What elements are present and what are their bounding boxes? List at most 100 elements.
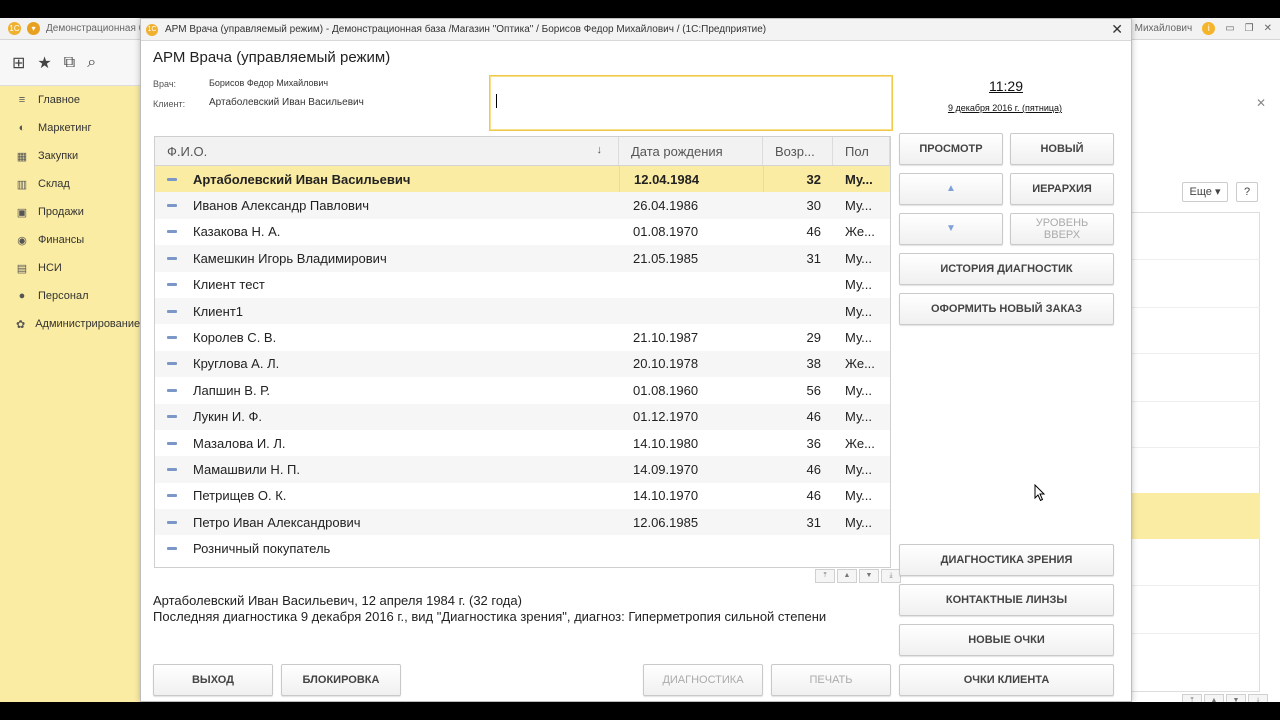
info-icon[interactable]: i <box>1202 22 1216 35</box>
last-page-icon[interactable]: ⤓ <box>1248 694 1268 702</box>
table-row[interactable]: Королев С. В. 21.10.1987 29 Му... <box>155 324 890 350</box>
table-row[interactable]: Петрищев О. К. 14.10.1970 46 Му... <box>155 483 890 509</box>
help-button[interactable]: ? <box>1236 182 1258 202</box>
table-row[interactable]: Камешкин Игорь Владимирович 21.05.1985 31 М… <box>155 245 890 272</box>
cell-birthdate: 26.04.1986 <box>633 198 699 214</box>
sidebar-item-finance[interactable]: ◉ Финансы <box>0 226 140 254</box>
cell-sex: Му... <box>845 330 873 346</box>
table-row[interactable]: Петро Иван Александрович 12.06.1985 31 Му..… <box>155 509 890 536</box>
contact-lenses-button[interactable]: КОНТАКТНЫЕ ЛИНЗЫ <box>899 584 1114 616</box>
history-icon[interactable]: ⧉ <box>64 54 75 72</box>
cell-birthdate: 12.06.1985 <box>633 514 699 530</box>
background-selected-row <box>1132 493 1260 539</box>
prev-page-icon[interactable]: ▲ <box>1204 694 1224 702</box>
column-header-age[interactable]: Возр... <box>763 137 833 165</box>
cell-age: 38 <box>806 356 821 372</box>
background-pager: ⤒ ▲ ▼ ⤓ <box>1182 694 1268 702</box>
next-row-icon[interactable]: ▼ <box>859 569 879 583</box>
warehouse-icon: ▥ <box>16 178 28 191</box>
view-button[interactable]: ПРОСМОТР <box>899 133 1003 165</box>
table-row[interactable]: Мазалова И. Л. 14.10.1980 36 Же... <box>155 430 890 456</box>
exit-button[interactable]: ВЫХОД <box>153 664 273 696</box>
close-icon[interactable]: ✕ <box>1264 23 1272 34</box>
item-marker-icon <box>167 441 177 445</box>
restore-icon[interactable]: ❐ <box>1245 23 1254 34</box>
move-down-button[interactable]: ▼ <box>899 213 1003 245</box>
cell-sex: Му... <box>845 382 873 398</box>
sidebar-item-nsi[interactable]: ▤ НСИ <box>0 254 140 282</box>
first-page-icon[interactable]: ⤒ <box>1182 694 1202 702</box>
table-row[interactable]: Казакова Н. А. 01.08.1970 46 Же... <box>155 219 890 245</box>
sidebar-item-sales[interactable]: ▣ Продажи <box>0 198 140 226</box>
cell-birthdate: 21.10.1987 <box>633 330 699 346</box>
new-order-button[interactable]: ОФОРМИТЬ НОВЫЙ ЗАКАЗ <box>899 293 1114 325</box>
note-input[interactable] <box>489 75 893 131</box>
clients-table: Ф.И.О. ↓ Дата рождения Возр... Пол Артабо… <box>154 136 891 568</box>
level-up-button[interactable]: УРОВЕНЬ ВВЕРХ <box>1010 213 1114 245</box>
prev-row-icon[interactable]: ▲ <box>837 569 857 583</box>
cell-sex: Же... <box>845 356 875 372</box>
client-label: Клиент: <box>153 99 186 109</box>
apps-grid-icon[interactable]: ⊞ <box>12 53 25 73</box>
next-page-icon[interactable]: ▼ <box>1226 694 1246 702</box>
table-row[interactable]: Мамашвили Н. П. 14.09.1970 46 Му... <box>155 456 890 483</box>
cell-age: 29 <box>806 330 821 346</box>
table-row[interactable]: Иванов Александр Павлович 26.04.1986 30 Му.… <box>155 192 890 219</box>
table-row[interactable]: Лапшин В. Р. 01.08.1960 56 Му... <box>155 377 890 403</box>
block-button[interactable]: БЛОКИРОВКА <box>281 664 401 696</box>
search-icon[interactable]: ⌕ <box>87 54 96 72</box>
table-row[interactable]: Круглова А. Л. 20.10.1978 38 Же... <box>155 350 890 378</box>
more-button[interactable]: Еще ▾ <box>1182 182 1228 202</box>
summary-line-2: Последняя диагностика 9 декабря 2016 г.,… <box>153 609 827 624</box>
print-button[interactable]: ПЕЧАТЬ <box>771 664 891 696</box>
table-row[interactable]: Розничный покупатель <box>155 535 890 561</box>
table-row[interactable]: Клиент1 Му... <box>155 297 890 325</box>
item-marker-icon <box>167 520 177 524</box>
diagnostics-button[interactable]: ДИАГНОСТИКА <box>643 664 763 696</box>
cell-sex: Му... <box>845 514 873 530</box>
diagnostics-history-button[interactable]: ИСТОРИЯ ДИАГНОСТИК <box>899 253 1114 285</box>
table-row[interactable]: Артаболевский Иван Васильевич 12.04.1984 3… <box>155 166 890 193</box>
cell-name: Розничный покупатель <box>155 535 619 561</box>
cell-age: 31 <box>806 514 821 530</box>
sidebar-item-purchases[interactable]: ▦ Закупки <box>0 142 140 170</box>
purchases-icon: ▦ <box>16 150 28 163</box>
item-marker-icon <box>167 336 177 340</box>
first-row-icon[interactable]: ⤒ <box>815 569 835 583</box>
minimize-icon[interactable]: ▭ <box>1225 23 1234 34</box>
column-header-name[interactable]: Ф.И.О. ↓ <box>155 137 619 165</box>
item-marker-icon <box>167 494 177 498</box>
table-row[interactable]: Лукин И. Ф. 01.12.1970 46 Му... <box>155 403 890 430</box>
new-button[interactable]: НОВЫЙ <box>1010 133 1114 165</box>
move-up-button[interactable]: ▲ <box>899 173 1003 205</box>
client-glasses-button[interactable]: ОЧКИ КЛИЕНТА <box>899 664 1114 696</box>
favorites-star-icon[interactable]: ★ <box>37 53 51 73</box>
table-row[interactable]: Клиент тест Му... <box>155 272 890 298</box>
cell-name: Петро Иван Александрович <box>155 509 619 535</box>
window-close-icon[interactable]: ✕ <box>1111 21 1123 38</box>
background-close-icon[interactable]: ✕ <box>1256 96 1266 110</box>
arrow-down-icon: ▼ <box>946 223 956 234</box>
sidebar-item-admin[interactable]: ✿ Администрирование <box>0 310 140 338</box>
sidebar-item-main[interactable]: ≡ Главное <box>0 86 140 114</box>
column-header-sex[interactable]: Пол <box>833 137 890 165</box>
sidebar-item-personnel[interactable]: ● Персонал <box>0 282 140 310</box>
cell-age <box>763 298 833 324</box>
cell-sex: Му... <box>845 303 873 319</box>
new-glasses-button[interactable]: НОВЫЕ ОЧКИ <box>899 624 1114 656</box>
cell-age: 46 <box>806 409 821 425</box>
cell-name: Артаболевский Иван Васильевич <box>155 166 619 192</box>
table-pager: ⤒ ▲ ▼ ⤓ <box>815 569 901 583</box>
arrow-up-icon: ▲ <box>946 183 956 194</box>
sidebar-item-warehouse[interactable]: ▥ Склад <box>0 170 140 198</box>
cell-birthdate: 12.04.1984 <box>619 166 763 193</box>
menu-circle-icon[interactable]: ▾ <box>27 22 40 35</box>
column-header-birthdate[interactable]: Дата рождения <box>619 137 763 165</box>
cell-birthdate: 20.10.1978 <box>633 356 699 372</box>
sidebar-item-marketing[interactable]: ◐ Маркетинг <box>0 114 140 142</box>
hierarchy-button[interactable]: ИЕРАРХИЯ <box>1010 173 1114 205</box>
vision-diagnostics-button[interactable]: ДИАГНОСТИКА ЗРЕНИЯ <box>899 544 1114 576</box>
cell-age: 31 <box>806 250 821 266</box>
last-row-icon[interactable]: ⤓ <box>881 569 901 583</box>
cell-birthdate <box>619 535 763 561</box>
